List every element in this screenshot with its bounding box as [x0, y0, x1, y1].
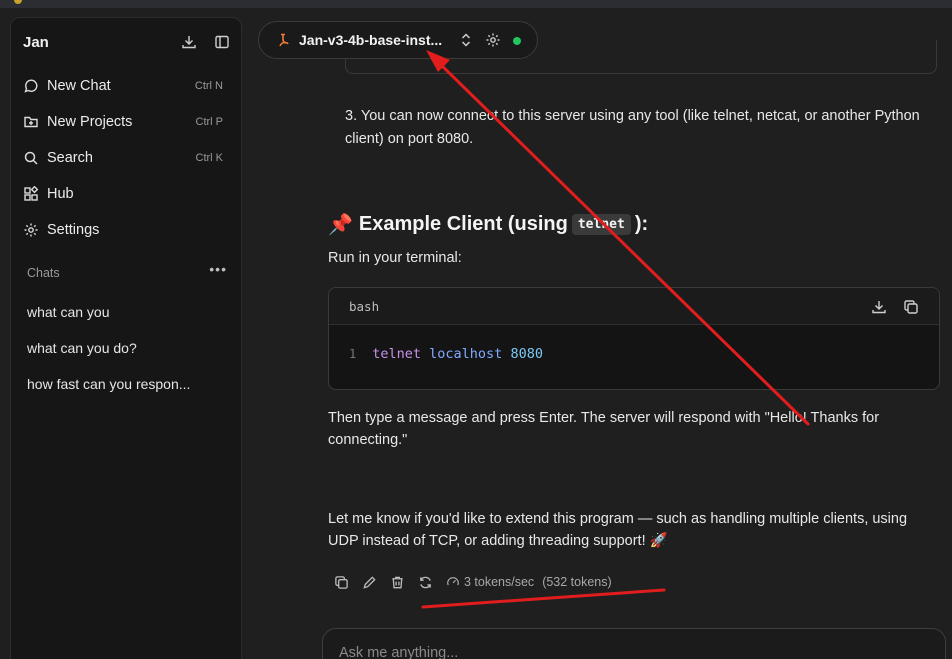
- sidebar-nav: New Chat Ctrl N New Projects Ctrl P Sear…: [23, 68, 231, 248]
- chat-input[interactable]: [339, 645, 919, 659]
- chat-list: what can you what can you do? how fast c…: [27, 294, 227, 402]
- model-status-indicator: [513, 37, 521, 45]
- sidebar-item-new-chat[interactable]: New Chat Ctrl N: [23, 68, 231, 104]
- delete-message-icon[interactable]: [388, 573, 406, 591]
- shortcut-label: Ctrl K: [195, 152, 224, 164]
- generation-stats: 3 tokens/sec (532 tokens): [446, 575, 612, 589]
- blocks-icon: [23, 186, 39, 202]
- chevron-up-down-icon[interactable]: [459, 31, 473, 54]
- sidebar: Jan New Chat Ctrl N New Projects Ctrl P …: [10, 17, 242, 659]
- chat-main: 3. You can now connect to this server us…: [242, 0, 952, 659]
- chat-item[interactable]: how fast can you respon...: [27, 366, 227, 402]
- tokens-per-sec: 3 tokens/sec: [464, 575, 535, 589]
- code-block-header: bash: [329, 288, 939, 325]
- step-3-text: 3. You can now connect to this server us…: [345, 108, 920, 147]
- gear-icon: [23, 222, 39, 238]
- then-paragraph: Then type a message and press Enter. The…: [328, 410, 880, 448]
- model-settings-gear-icon[interactable]: [485, 32, 501, 53]
- code-block: bash 1 telnet localhost 8080: [328, 287, 940, 390]
- copy-code-icon[interactable]: [902, 298, 920, 316]
- shortcut-label: Ctrl N: [194, 80, 223, 92]
- edit-message-icon[interactable]: [360, 573, 378, 591]
- code-command: telnet: [372, 346, 422, 362]
- folder-plus-icon: [23, 114, 39, 130]
- pushpin-emoji: 📌: [328, 214, 353, 236]
- code-host: localhost: [429, 346, 503, 362]
- example-client-heading: 📌 Example Client (using telnet ):: [328, 212, 648, 237]
- app-name: Jan: [23, 34, 49, 51]
- download-icon[interactable]: [180, 33, 198, 51]
- code-port: 8080: [510, 346, 543, 362]
- more-options-icon[interactable]: •••: [209, 261, 227, 277]
- sidebar-item-label: Hub: [47, 186, 74, 202]
- run-instruction: Run in your terminal:: [328, 250, 462, 266]
- sidebar-item-label: New Projects: [47, 114, 133, 130]
- sidebar-item-label: Settings: [47, 222, 100, 238]
- sidebar-item-hub[interactable]: Hub: [23, 176, 231, 212]
- model-selector[interactable]: Jan-v3-4b-base-inst...: [258, 21, 538, 59]
- sidebar-item-label: New Chat: [47, 78, 111, 94]
- sidebar-item-label: Search: [47, 150, 93, 166]
- token-count: (532 tokens): [542, 575, 612, 589]
- chat-item[interactable]: what can you do?: [27, 330, 227, 366]
- copy-message-icon[interactable]: [332, 573, 350, 591]
- regenerate-icon[interactable]: [416, 573, 434, 591]
- sidebar-item-settings[interactable]: Settings: [23, 212, 231, 248]
- sidebar-item-search[interactable]: Search Ctrl K: [23, 140, 231, 176]
- closing-paragraph: Let me know if you'd like to extend this…: [328, 511, 908, 549]
- chat-bubble-icon: [23, 78, 39, 94]
- download-code-icon[interactable]: [870, 298, 888, 316]
- chats-heading: Chats: [27, 266, 60, 280]
- message-actions: 3 tokens/sec (532 tokens): [332, 572, 612, 592]
- sidebar-item-new-projects[interactable]: New Projects Ctrl P: [23, 104, 231, 140]
- line-number: 1: [349, 347, 357, 361]
- gauge-icon: [447, 577, 459, 586]
- app-dot: [14, 0, 22, 4]
- code-language: bash: [349, 299, 380, 314]
- sidebar-header: Jan: [23, 32, 231, 54]
- chat-input-box: [322, 628, 946, 659]
- model-logo-icon: [277, 32, 291, 53]
- chats-heading-row: Chats •••: [27, 261, 227, 282]
- model-name: Jan-v3-4b-base-inst...: [299, 32, 443, 48]
- heading-code: telnet: [571, 214, 631, 235]
- sidebar-toggle-icon[interactable]: [213, 33, 231, 51]
- heading-suffix: ):: [634, 213, 649, 235]
- heading-prefix: Example Client (using: [358, 213, 568, 235]
- code-line: 1 telnet localhost 8080: [349, 346, 543, 362]
- shortcut-label: Ctrl P: [195, 116, 224, 128]
- search-icon: [23, 150, 39, 166]
- chat-item[interactable]: what can you: [27, 294, 227, 330]
